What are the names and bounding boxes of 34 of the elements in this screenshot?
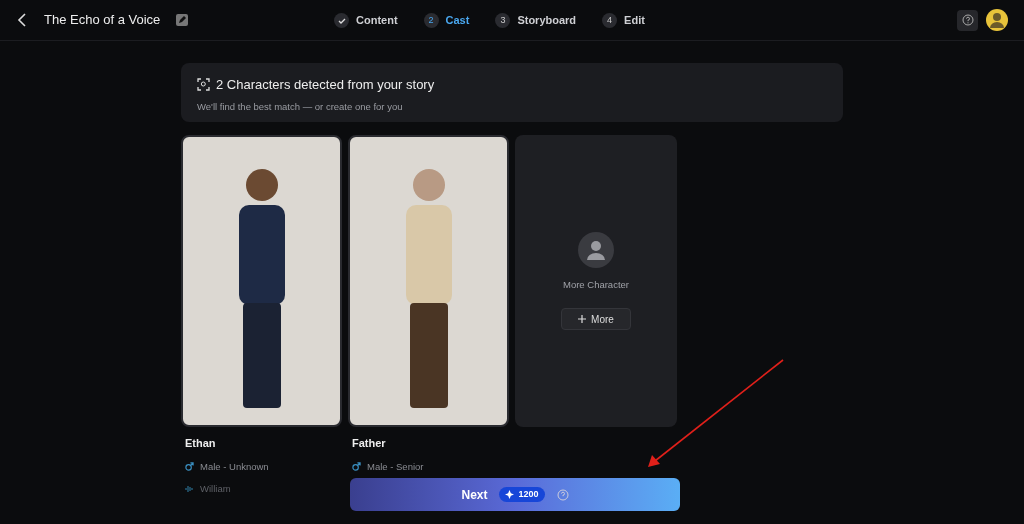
scan-icon [197, 78, 210, 92]
banner-title: 2 Characters detected from your story [216, 76, 435, 94]
step-tab[interactable]: 4 Edit [602, 12, 645, 29]
step-number: 2 [423, 13, 439, 28]
credit-cost-badge: 1200 [499, 487, 545, 502]
more-button[interactable]: More [561, 308, 631, 331]
avatar-icon[interactable] [986, 9, 1008, 31]
help-button[interactable] [957, 9, 978, 31]
next-button[interactable]: Next 1200 [350, 478, 680, 511]
character-card[interactable] [181, 135, 342, 427]
user-placeholder-icon [578, 231, 614, 268]
step-number: 4 [602, 13, 618, 28]
sparkle-icon [505, 490, 515, 499]
step-number: 3 [495, 13, 511, 28]
character-name: Father [352, 436, 387, 451]
character-voice: William [200, 481, 231, 496]
banner-subtitle: We'll find the best match — or create one for you [197, 99, 404, 114]
male-icon [352, 462, 361, 472]
help-icon [961, 14, 974, 26]
character-name: Ethan [185, 436, 217, 451]
male-icon [185, 462, 194, 472]
character-gender: Male - Unknown [200, 459, 269, 474]
check-icon [337, 16, 346, 25]
character-card[interactable] [348, 135, 509, 427]
edit-icon[interactable] [176, 14, 189, 26]
project-title: The Echo of a Voice [44, 11, 161, 30]
waveform-icon [185, 484, 194, 493]
character-gender: Male - Senior [367, 459, 424, 474]
back-icon[interactable] [16, 12, 28, 28]
plus-icon [578, 315, 587, 324]
step-tab[interactable]: 3 Storyboard [495, 12, 577, 29]
step-tab[interactable]: Content [334, 12, 398, 29]
step-tab[interactable]: 2 Cast [423, 12, 470, 29]
more-character-label: More Character [563, 277, 629, 292]
